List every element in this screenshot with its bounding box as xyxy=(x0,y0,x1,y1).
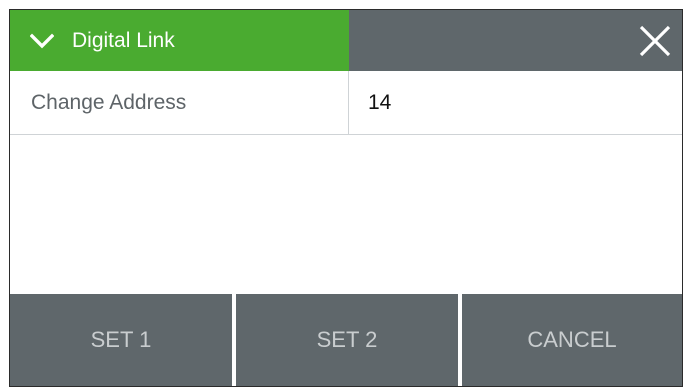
digital-link-dialog: Digital Link Change Address 14 SET 1 SET… xyxy=(9,9,683,387)
dialog-footer: SET 1 SET 2 CANCEL xyxy=(10,294,682,386)
close-icon xyxy=(635,25,675,65)
change-address-label: Change Address xyxy=(10,71,349,134)
header-bar xyxy=(349,10,682,71)
change-address-row: Change Address 14 xyxy=(10,71,682,135)
chevron-down-icon xyxy=(30,33,54,49)
set-2-button[interactable]: SET 2 xyxy=(236,294,458,386)
cancel-button[interactable]: CANCEL xyxy=(462,294,682,386)
dialog-title: Digital Link xyxy=(72,28,175,52)
close-button[interactable] xyxy=(635,21,675,61)
dialog-header: Digital Link xyxy=(10,10,682,71)
change-address-field[interactable]: 14 xyxy=(349,71,682,134)
set-1-button[interactable]: SET 1 xyxy=(10,294,232,386)
section-toggle[interactable]: Digital Link xyxy=(10,10,349,71)
